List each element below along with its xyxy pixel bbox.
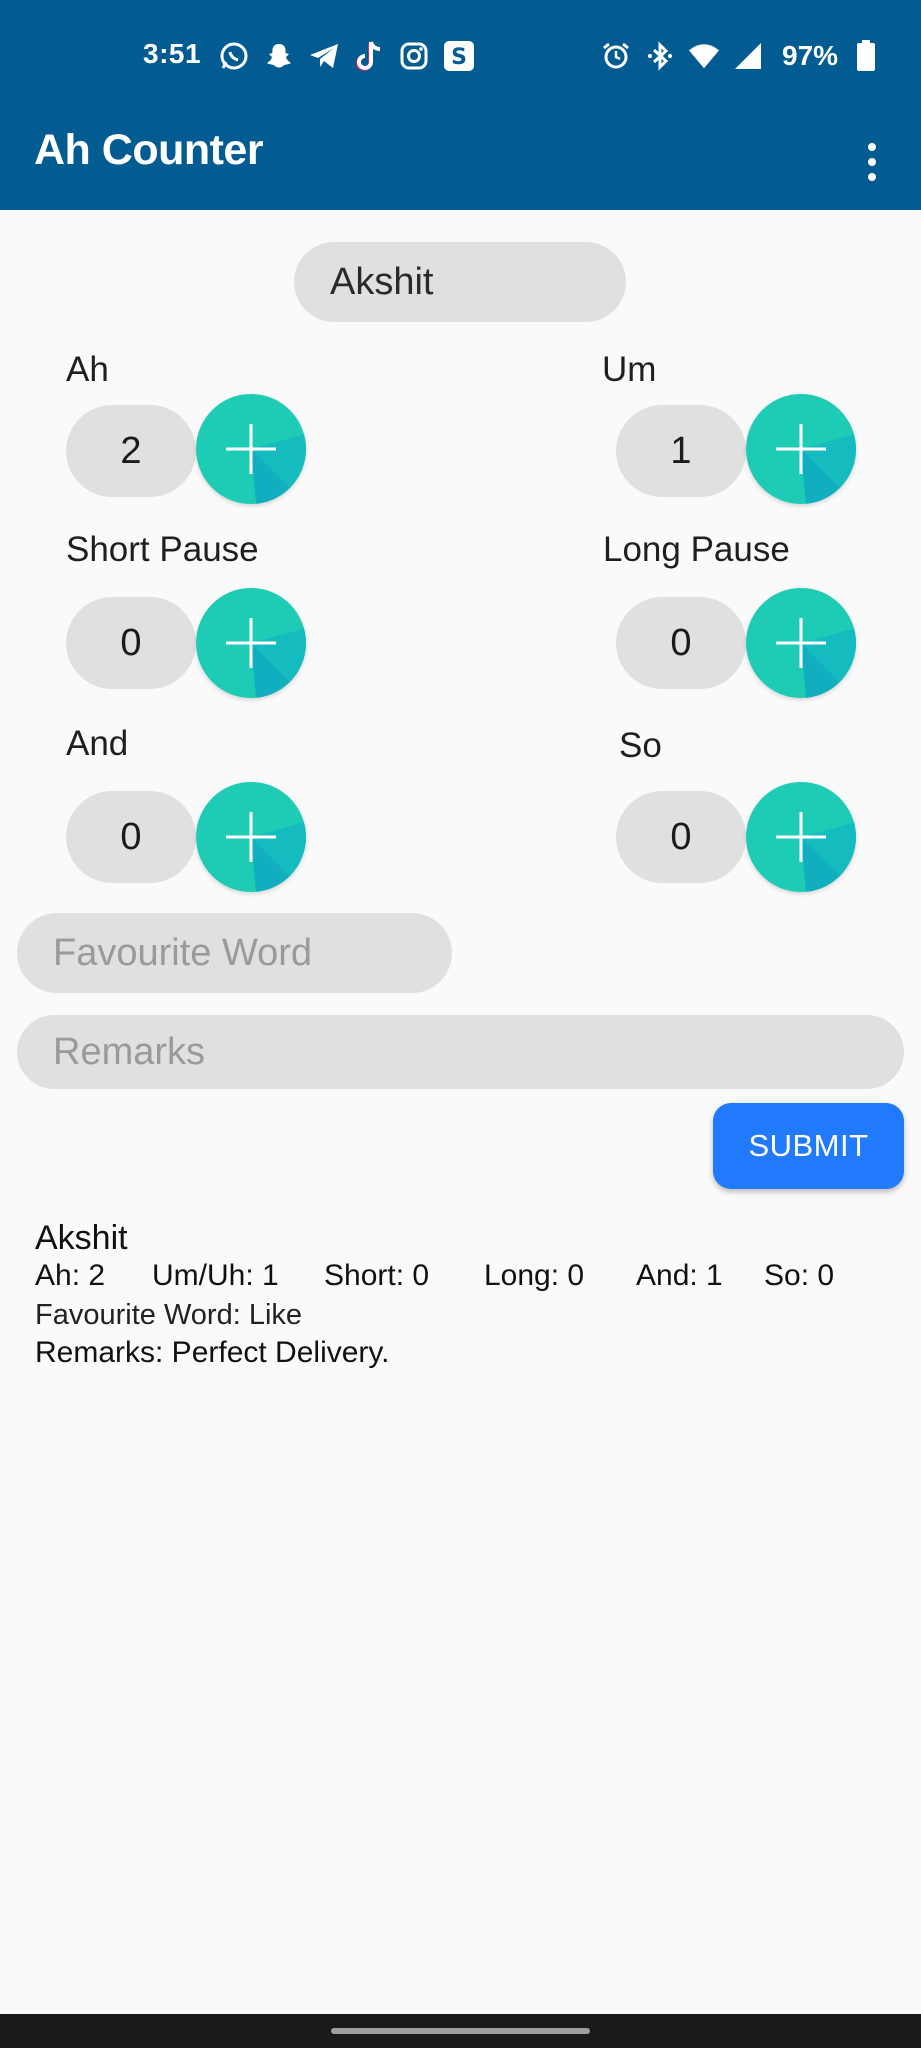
battery-percent: 97% — [782, 40, 839, 71]
counter-label-long-pause: Long Pause — [603, 530, 790, 569]
status-bar: 3:51 S 97% — [0, 0, 921, 118]
notification-icons: S — [218, 40, 475, 72]
bluetooth-icon — [644, 40, 676, 72]
home-gesture-handle[interactable] — [331, 2028, 590, 2034]
app-bar: Ah Counter — [0, 118, 921, 210]
add-ah-button[interactable] — [196, 394, 306, 504]
counter-value-so: 0 — [616, 791, 746, 883]
counter-label-um: Um — [602, 350, 657, 389]
instagram-icon — [398, 40, 430, 72]
app-title: Ah Counter — [34, 126, 264, 174]
add-um-button[interactable] — [746, 394, 856, 504]
result-stats: Ah: 2 Um/Uh: 1 Short: 0 Long: 0 And: 1 S… — [35, 1256, 895, 1296]
result-stat-so: So: 0 — [764, 1259, 835, 1292]
add-and-button[interactable] — [196, 782, 306, 892]
add-short-pause-button[interactable] — [196, 588, 306, 698]
svg-text:S: S — [451, 45, 467, 70]
result-stat-ah: Ah: 2 — [35, 1259, 106, 1292]
speaker-name-field[interactable]: Akshit — [294, 242, 626, 322]
result-summary: Akshit Ah: 2 Um/Uh: 1 Short: 0 Long: 0 A… — [35, 1218, 895, 1372]
result-favourite-word: Favourite Word: Like — [35, 1299, 303, 1331]
system-icons: 97% — [600, 40, 882, 72]
counter-label-short-pause: Short Pause — [66, 530, 259, 569]
status-time: 3:51 — [143, 38, 202, 69]
s-app-icon: S — [443, 40, 475, 72]
add-so-button[interactable] — [746, 782, 856, 892]
counter-value-um: 1 — [616, 405, 746, 497]
counter-value-ah: 2 — [66, 405, 196, 497]
more-vert-icon[interactable] — [860, 132, 884, 192]
result-stat-long: Long: 0 — [484, 1259, 585, 1292]
counter-value-and: 0 — [66, 791, 196, 883]
wifi-icon — [688, 40, 720, 72]
result-stat-um: Um/Uh: 1 — [152, 1259, 279, 1292]
add-long-pause-button[interactable] — [746, 588, 856, 698]
snapchat-icon — [263, 40, 295, 72]
remarks-input[interactable]: Remarks — [17, 1015, 904, 1089]
telegram-icon — [308, 40, 340, 72]
counter-value-long-pause: 0 — [616, 597, 746, 689]
counter-label-and: And — [66, 724, 129, 763]
counter-label-so: So — [619, 726, 662, 765]
result-stat-short: Short: 0 — [324, 1259, 430, 1292]
counter-value-short-pause: 0 — [66, 597, 196, 689]
whatsapp-icon — [218, 40, 250, 72]
result-speaker-name: Akshit — [35, 1219, 128, 1257]
result-stat-and: And: 1 — [636, 1259, 723, 1292]
battery-icon — [850, 40, 882, 72]
counter-label-ah: Ah — [66, 350, 109, 389]
alarm-icon — [600, 40, 632, 72]
favourite-word-input[interactable]: Favourite Word — [17, 913, 452, 993]
result-remarks: Remarks: Perfect Delivery. — [35, 1336, 390, 1369]
tiktok-icon — [353, 40, 385, 72]
signal-icon — [732, 40, 764, 72]
navigation-bar — [0, 2014, 921, 2048]
submit-button[interactable]: SUBMIT — [713, 1103, 904, 1189]
